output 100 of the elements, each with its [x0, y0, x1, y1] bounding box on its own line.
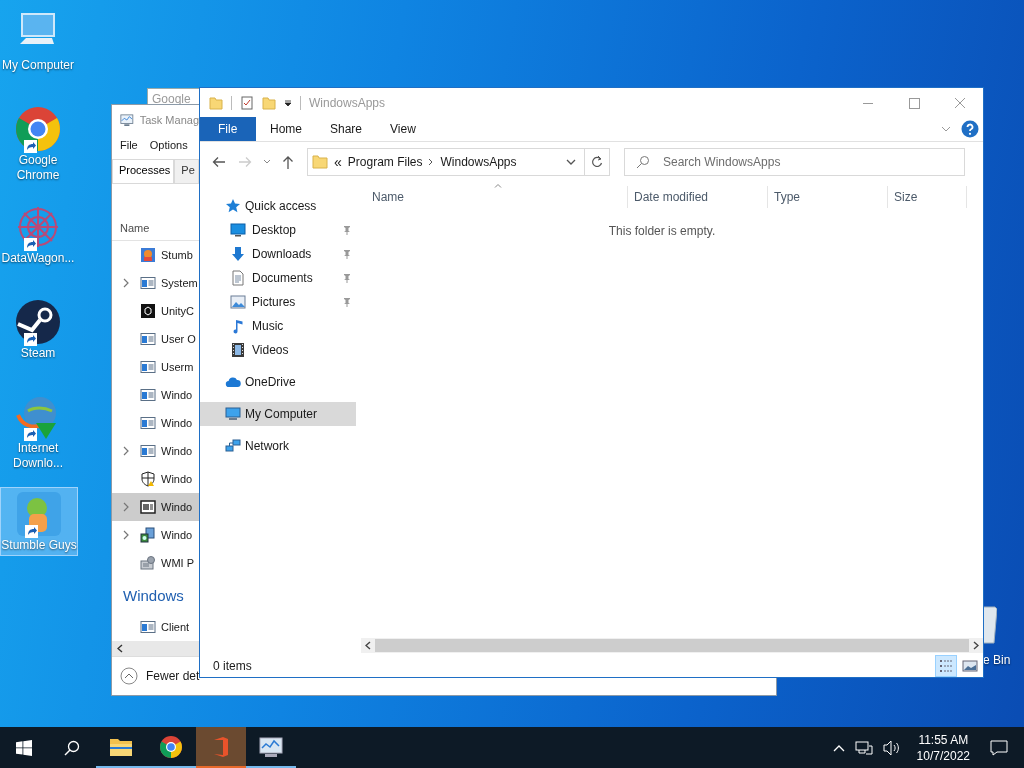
process-row[interactable]: Userm: [112, 353, 199, 381]
star-icon: [225, 198, 241, 214]
details-view-button[interactable]: [935, 655, 957, 677]
tab[interactable]: Pe: [174, 159, 199, 183]
scroll-left-icon[interactable]: [117, 644, 123, 653]
chrome-logo-icon: [159, 734, 183, 759]
recent-dropdown-icon[interactable]: [263, 159, 271, 165]
column-header[interactable]: Name: [361, 186, 628, 208]
pin-icon[interactable]: [342, 249, 352, 259]
chart-monitor-icon: [259, 734, 283, 759]
address-bar[interactable]: « Program Files WindowsApps: [307, 148, 585, 176]
monitor-icon: [140, 499, 156, 515]
pin-icon[interactable]: [342, 297, 352, 307]
process-row[interactable]: Windo: [112, 493, 199, 521]
breadcrumb-overflow[interactable]: «: [334, 154, 342, 170]
chevron-up-icon[interactable]: [832, 743, 845, 752]
process-row[interactable]: System: [112, 269, 199, 297]
ribbon-tab[interactable]: View: [376, 117, 430, 141]
process-name: Windo: [161, 417, 193, 429]
scroll-right-icon[interactable]: [973, 641, 979, 650]
tab[interactable]: Processes: [112, 159, 175, 183]
shortcut-arrow-icon: [24, 333, 37, 346]
breadcrumb[interactable]: Program Files: [347, 155, 423, 169]
nav-item[interactable]: Quick access: [200, 194, 356, 218]
clock-date[interactable]: 10/7/2022: [916, 747, 970, 764]
nav-item[interactable]: OneDrive: [200, 370, 356, 394]
process-row[interactable]: Windo: [112, 381, 199, 409]
dropdown-icon[interactable]: [566, 159, 576, 165]
scrollbar-thumb[interactable]: [375, 639, 969, 652]
app-icon: [15, 490, 63, 538]
process-row[interactable]: Windo: [112, 437, 199, 465]
picture-icon: [230, 294, 246, 310]
refresh-icon: [591, 155, 603, 169]
shortcut-arrow-icon: [24, 140, 37, 153]
dropdown-icon[interactable]: [284, 98, 292, 107]
gear-icon: [140, 555, 156, 571]
process-row[interactable]: User O: [112, 325, 199, 353]
notification-icon[interactable]: [990, 739, 1008, 756]
search-icon[interactable]: [64, 739, 80, 756]
process-name: Userm: [161, 361, 194, 373]
ribbon-tab[interactable]: Home: [256, 117, 316, 141]
expand-chevron-icon[interactable]: [123, 446, 129, 456]
process-row[interactable]: WMI P: [112, 549, 199, 577]
pin-icon[interactable]: [342, 273, 352, 283]
column-header[interactable]: Size: [888, 186, 967, 208]
search-field[interactable]: Search WindowsApps: [624, 148, 965, 176]
pin-icon[interactable]: [342, 225, 352, 235]
process-name: Windo: [161, 501, 193, 513]
document-icon: [230, 270, 246, 286]
icon-label: Google Chrome: [15, 153, 61, 183]
nav-item[interactable]: Downloads: [200, 242, 356, 266]
process-row[interactable]: Client: [112, 613, 199, 641]
process-name: Client: [161, 621, 190, 633]
menu-item[interactable]: Options: [149, 139, 188, 151]
nav-item[interactable]: Pictures: [200, 290, 356, 314]
nav-item[interactable]: My Computer: [200, 402, 356, 426]
expand-chevron-icon[interactable]: [123, 278, 129, 288]
image-icon: [962, 658, 978, 674]
ribbon-tab[interactable]: Share: [316, 117, 377, 141]
windows-logo-icon[interactable]: [16, 739, 32, 756]
up-arrow-icon[interactable]: [281, 154, 295, 170]
process-name: User O: [161, 333, 196, 345]
column-header[interactable]: Type: [768, 186, 888, 208]
expand-chevron-icon[interactable]: [123, 530, 129, 540]
speaker-icon[interactable]: [882, 739, 901, 756]
properties-icon[interactable]: [240, 95, 254, 110]
breadcrumb[interactable]: WindowsApps: [440, 155, 517, 169]
file-menu-button[interactable]: File: [200, 117, 256, 141]
process-row[interactable]: UnityC: [112, 297, 199, 325]
chevron-icon[interactable]: [428, 158, 435, 166]
window-icon: [140, 443, 156, 459]
nav-item[interactable]: Network: [200, 434, 356, 458]
nav-item[interactable]: Documents: [200, 266, 356, 290]
process-row[interactable]: Stumb: [112, 241, 199, 269]
nav-item[interactable]: Desktop: [200, 218, 356, 242]
link[interactable]: Fewer det: [146, 669, 200, 683]
nav-item[interactable]: Music: [200, 314, 356, 338]
network-icon[interactable]: [854, 739, 873, 756]
shortcut-arrow-icon: [24, 238, 37, 251]
process-row[interactable]: Windo: [112, 521, 199, 549]
window-icon: [140, 359, 156, 375]
collapse-circle-icon[interactable]: [120, 667, 138, 685]
nav-item[interactable]: Videos: [200, 338, 356, 362]
process-row[interactable]: Windo: [112, 465, 199, 493]
clock-time[interactable]: 11:55 AM: [918, 731, 969, 748]
scroll-left-icon[interactable]: [365, 641, 371, 650]
window-title: Task Manag: [139, 114, 199, 126]
scrollbar[interactable]: [112, 641, 199, 656]
help-icon[interactable]: [961, 120, 979, 138]
column-header[interactable]: Date modified: [628, 186, 768, 208]
process-row[interactable]: Windo: [112, 409, 199, 437]
window-icon: [140, 331, 156, 347]
menu-item[interactable]: File: [120, 139, 138, 151]
expand-chevron-icon[interactable]: [123, 502, 129, 512]
film-icon: [230, 342, 246, 358]
refresh-button[interactable]: [584, 148, 610, 176]
expand-ribbon-icon[interactable]: [941, 126, 951, 132]
back-arrow-icon[interactable]: [211, 154, 227, 170]
process-name: Windo: [161, 529, 193, 541]
shortcut-arrow-icon: [24, 428, 37, 441]
